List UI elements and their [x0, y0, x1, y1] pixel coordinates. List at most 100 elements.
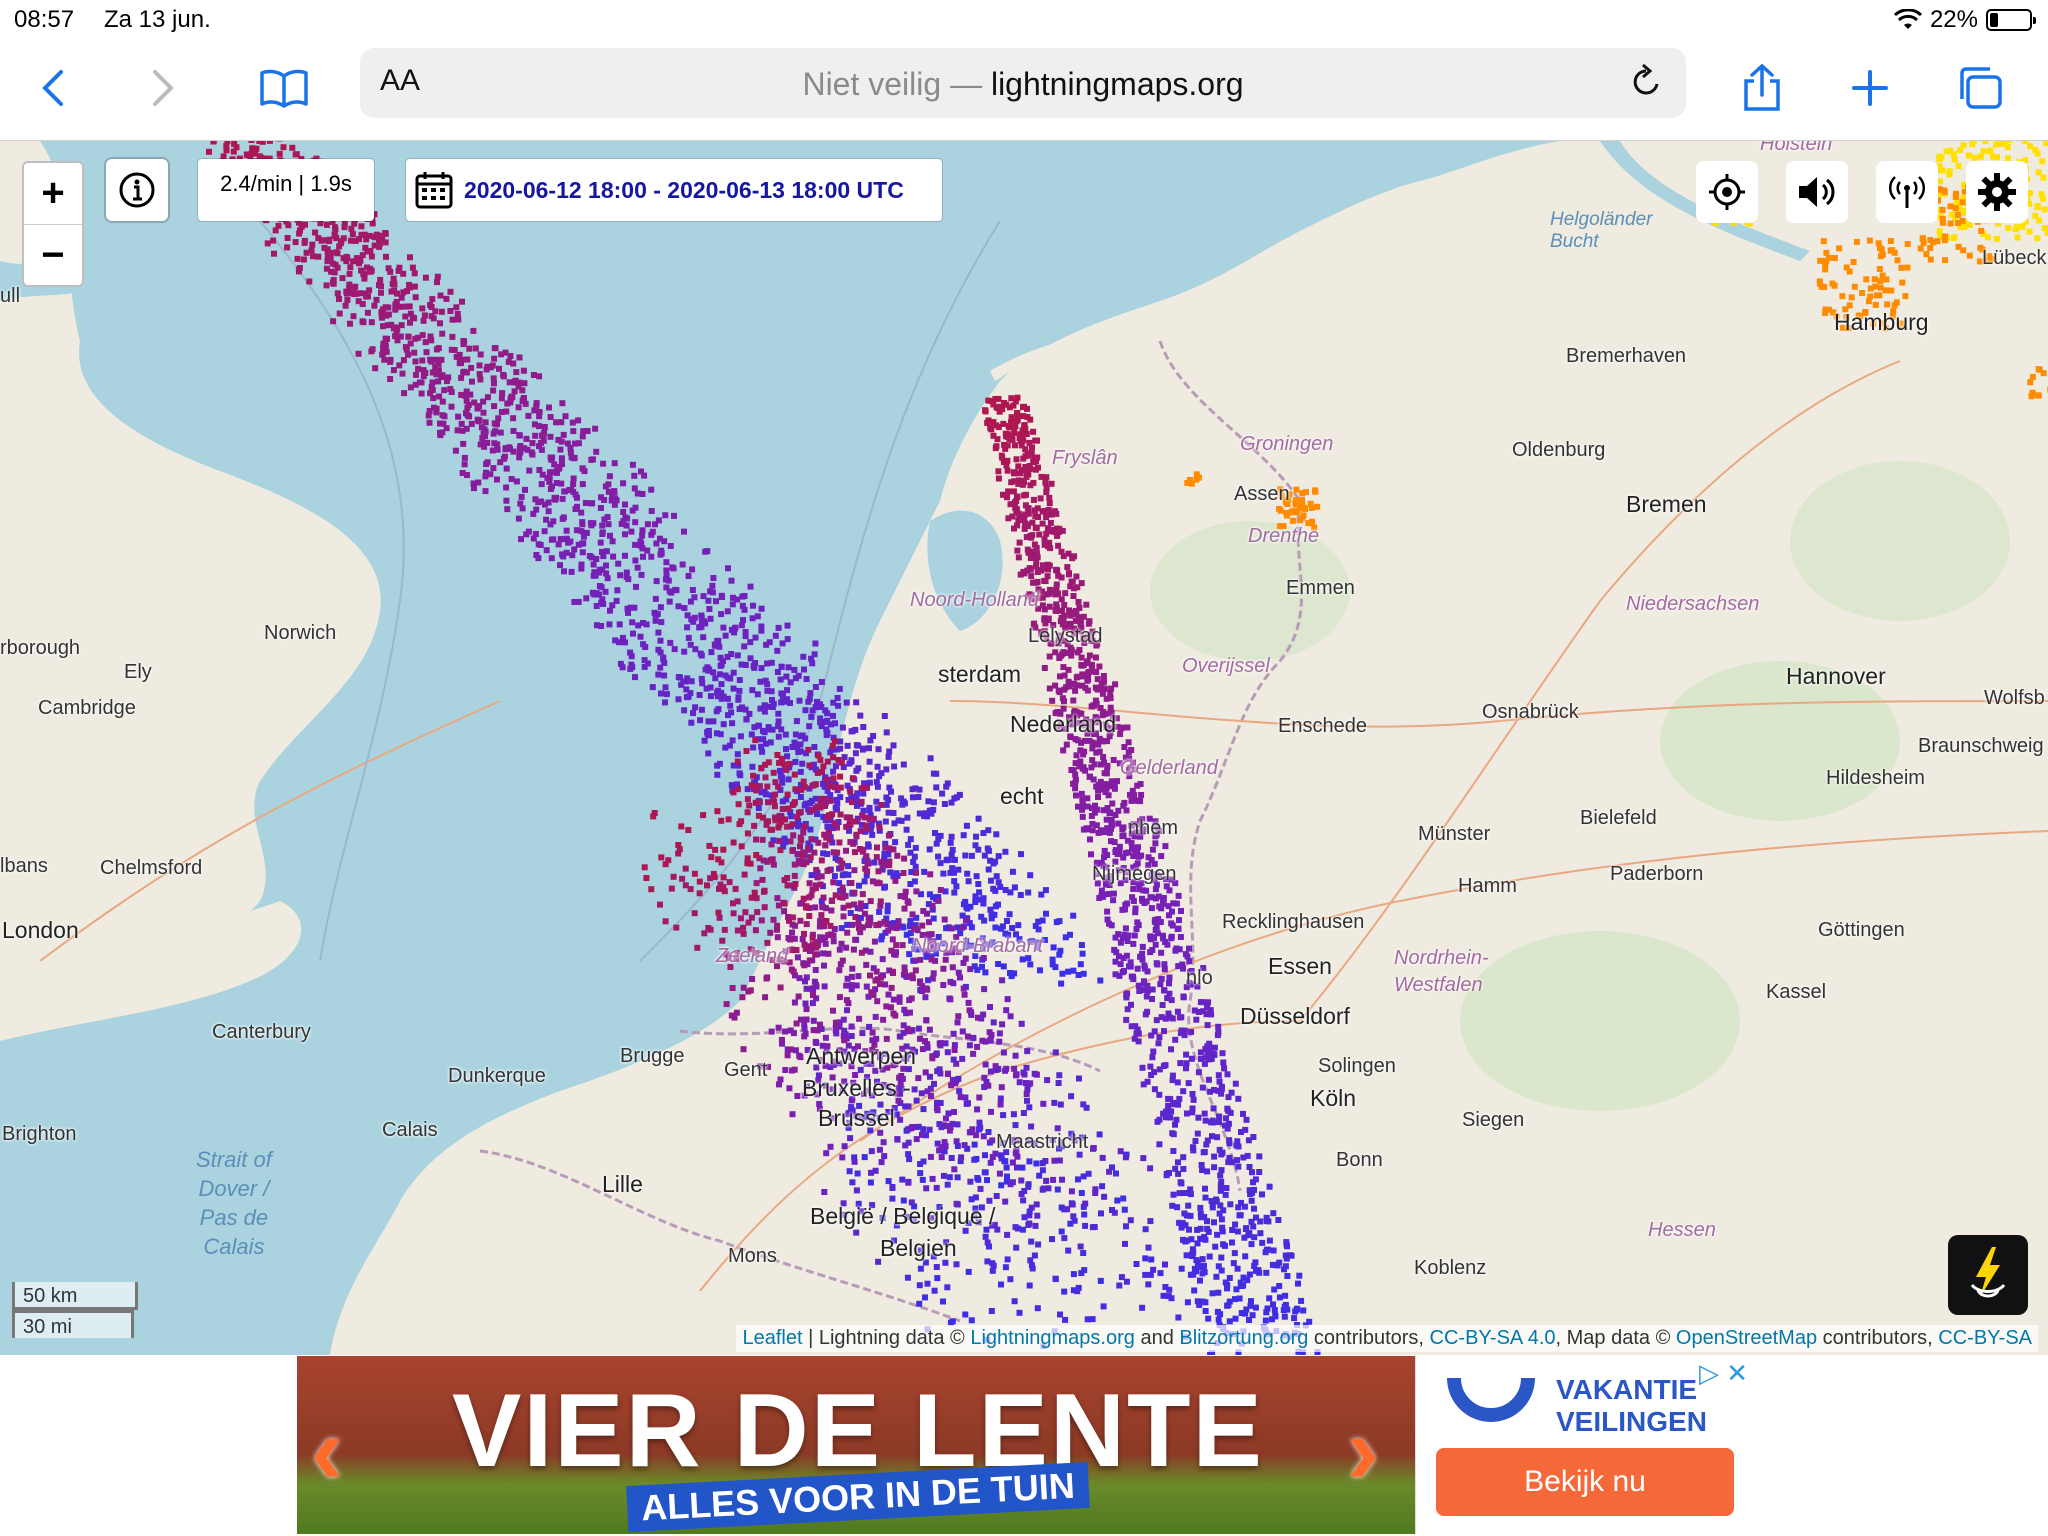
lightning-strike-mark — [439, 429, 446, 436]
lightning-strike-mark — [334, 290, 341, 297]
lightning-strike-mark — [739, 994, 746, 1001]
lightning-strike-mark — [803, 1016, 810, 1023]
lightning-strike-mark — [714, 693, 721, 700]
lightning-strike-mark — [627, 649, 634, 656]
ccbysa4-link[interactable]: CC-BY-SA 4.0 — [1430, 1327, 1556, 1349]
lightning-strike-mark — [934, 1275, 941, 1282]
lightning-strike-mark — [742, 629, 749, 635]
lightning-strike-mark — [899, 1176, 906, 1183]
lightning-strike-mark — [357, 257, 364, 264]
lightning-strike-mark — [949, 964, 956, 971]
lightning-strike-mark — [426, 419, 433, 426]
lightning-strike-mark — [1117, 939, 1124, 946]
stations-button[interactable] — [1876, 161, 1938, 223]
lightning-strike-mark — [837, 894, 844, 901]
lightning-strike-mark — [1293, 486, 1300, 493]
sound-button[interactable] — [1786, 161, 1848, 223]
lightning-strike-mark — [405, 351, 412, 358]
new-tab-button[interactable] — [1840, 58, 1900, 118]
lightning-strike-mark — [877, 981, 883, 987]
lightning-strike-mark — [1059, 695, 1066, 702]
leaflet-link[interactable]: Leaflet — [742, 1327, 802, 1349]
lightning-strike-mark — [1898, 264, 1905, 271]
lightning-strike-mark — [633, 583, 639, 590]
lightning-strike-mark — [720, 874, 727, 881]
ad-brand-line: VAKANTIE — [1556, 1374, 1698, 1405]
lightning-strike-mark — [1070, 967, 1077, 974]
ad-cta-button[interactable]: Bekijk nu — [1436, 1448, 1734, 1516]
lightning-strike-mark — [758, 623, 765, 630]
lightning-strike-mark — [844, 782, 851, 789]
lightning-strike-mark — [611, 489, 618, 495]
lightning-strike-mark — [979, 1037, 986, 1044]
reload-icon[interactable] — [1626, 62, 1666, 102]
lightning-strike-mark — [455, 413, 462, 420]
ad-next-arrow[interactable]: › — [1347, 1396, 1379, 1506]
lightning-strike-mark — [1034, 1305, 1041, 1312]
lightning-strike-mark — [1250, 1134, 1257, 1140]
lightning-strike-mark — [1021, 423, 1028, 430]
lightning-strike-mark — [832, 720, 838, 727]
zoom-out-button[interactable]: − — [24, 224, 82, 286]
lightning-strike-mark — [714, 808, 721, 815]
lightning-strike-mark — [924, 986, 931, 993]
lightning-strike-mark — [2032, 146, 2039, 153]
lightning-strike-mark — [878, 974, 884, 981]
lightning-strike-mark — [933, 840, 940, 847]
ad-close-button[interactable]: ▷ ✕ — [1699, 1358, 1748, 1389]
blitzortung-link[interactable]: Blitzortung.org — [1179, 1327, 1308, 1349]
place-label: Calais — [382, 1119, 438, 1141]
lightning-strike-mark — [543, 516, 550, 523]
lightning-app-button[interactable] — [1948, 1235, 2028, 1315]
lightning-strike-mark — [644, 521, 651, 528]
osm-link[interactable]: OpenStreetMap — [1676, 1327, 1817, 1349]
lightning-strike-mark — [1158, 853, 1165, 860]
lightning-strike-mark — [728, 626, 735, 633]
address-bar[interactable]: AA Niet veilig — lightningmaps.org — [360, 48, 1686, 118]
date-range-button[interactable]: 2020-06-12 18:00 - 2020-06-13 18:00 UTC — [406, 159, 942, 221]
lightning-strike-mark — [625, 609, 631, 616]
zoom-in-button[interactable]: + — [24, 163, 82, 224]
lightning-strike-mark — [827, 1143, 834, 1150]
lightning-strike-mark — [347, 320, 353, 327]
lightning-strike-mark — [1289, 517, 1296, 524]
lightning-strike-mark — [661, 672, 668, 679]
tabs-button[interactable] — [1950, 58, 2010, 118]
lightning-strike-mark — [502, 446, 509, 453]
settings-button[interactable] — [1966, 161, 2028, 223]
bookmarks-button[interactable] — [254, 58, 314, 118]
lightning-strike-mark — [875, 746, 882, 753]
lightning-strike-mark — [803, 974, 810, 981]
lightning-strike-mark — [778, 1036, 785, 1043]
lightning-strike-mark — [740, 924, 747, 931]
lightning-strike-mark — [1097, 977, 1104, 984]
lightning-strike-mark — [630, 630, 636, 637]
lightning-strike-mark — [975, 815, 982, 822]
share-icon — [1744, 63, 1780, 111]
lightning-map[interactable]: London Norwich Cambridge Ely rborough Ch… — [0, 141, 2048, 1355]
lightning-strike-mark — [775, 718, 782, 725]
forward-button[interactable] — [132, 58, 192, 118]
lightning-strike-mark — [690, 710, 696, 716]
ad-sponsor[interactable]: VAKANTIE VEILINGEN Bekijk nu ▷ ✕ — [1415, 1356, 1752, 1534]
ad-banner[interactable]: ‹ VIER DE LENTE ALLES VOOR IN DE TUIN › — [297, 1356, 1415, 1534]
lightning-strike-mark — [1243, 1116, 1250, 1123]
lightning-strike-mark — [965, 1100, 971, 1107]
lightningmaps-link[interactable]: Lightningmaps.org — [970, 1327, 1135, 1349]
lightning-strike-mark — [906, 1156, 913, 1163]
lightning-strike-mark — [728, 1012, 735, 1019]
locate-button[interactable] — [1696, 161, 1758, 223]
share-button[interactable] — [1732, 58, 1792, 118]
lightning-strike-mark — [990, 1262, 997, 1269]
lightning-strike-mark — [1946, 168, 1953, 175]
ccbysa-link[interactable]: CC-BY-SA — [1938, 1327, 2032, 1349]
lightning-strike-mark — [673, 587, 680, 594]
ad-prev-arrow[interactable]: ‹ — [311, 1396, 343, 1506]
lightning-strike-mark — [648, 553, 655, 560]
lightning-strike-mark — [938, 1154, 945, 1161]
lightning-strike-mark — [787, 838, 794, 845]
back-button[interactable] — [24, 58, 84, 118]
lightning-strike-mark — [641, 663, 648, 670]
info-button[interactable] — [106, 159, 168, 221]
lightning-strike-mark — [730, 839, 737, 846]
